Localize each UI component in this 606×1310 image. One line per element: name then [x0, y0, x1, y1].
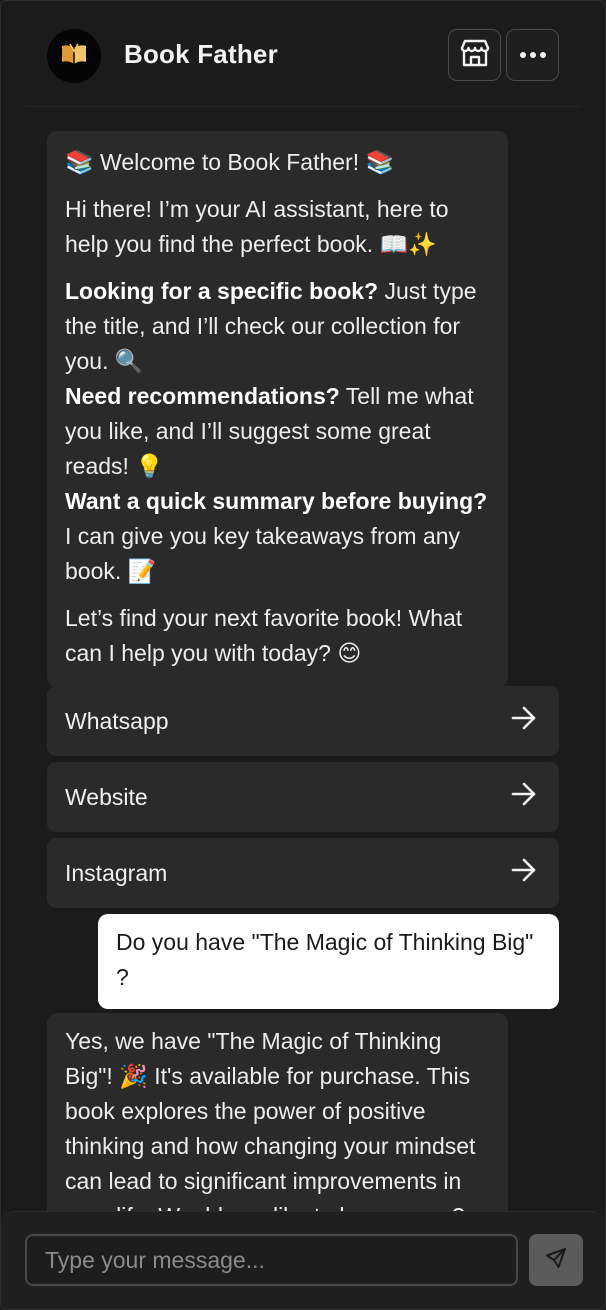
user-message: Do you have "The Magic of Thinking Big" … [98, 914, 559, 1009]
store-button[interactable] [448, 29, 501, 81]
option-label: Whatsapp [65, 707, 169, 734]
bot-reply-message: Yes, we have "The Magic of Thinking Big"… [47, 1013, 508, 1211]
option-instagram[interactable]: Instagram [47, 838, 559, 908]
send-button[interactable] [529, 1234, 583, 1286]
welcome-list: Looking for a specific book? Just type t… [65, 274, 490, 589]
arrow-right-icon [511, 858, 537, 888]
welcome-message: 📚 Welcome to Book Father! 📚 Hi there! I’… [47, 131, 508, 687]
chat-header: Book Father [25, 1, 581, 107]
chat-widget: Book Father 📚 Welcome to Book Father! 📚 … [0, 0, 606, 1310]
option-website[interactable]: Website [47, 762, 559, 832]
ellipsis-icon [519, 46, 547, 64]
option-whatsapp[interactable]: Whatsapp [47, 686, 559, 756]
send-icon [544, 1246, 568, 1275]
welcome-intro: Hi there! I’m your AI assistant, here to… [65, 196, 449, 257]
list-item: Looking for a specific book? Just type t… [65, 278, 477, 374]
welcome-heading: 📚 Welcome to Book Father! 📚 [65, 149, 395, 175]
message-list[interactable]: 📚 Welcome to Book Father! 📚 Hi there! I’… [1, 107, 605, 1211]
list-item: Need recommendations? Tell me what you l… [65, 383, 474, 479]
more-options-button[interactable] [506, 29, 559, 81]
book-logo-icon [59, 42, 89, 71]
message-input[interactable] [25, 1234, 518, 1286]
arrow-right-icon [511, 782, 537, 812]
storefront-icon [459, 38, 491, 73]
bot-avatar [47, 29, 101, 83]
option-label: Instagram [65, 859, 168, 886]
message-composer [1, 1211, 605, 1309]
chat-title: Book Father [124, 39, 278, 69]
welcome-closing: Let’s find your next favorite book! What… [65, 605, 463, 666]
option-label: Website [65, 783, 148, 810]
arrow-right-icon [511, 706, 537, 736]
list-item: Want a quick summary before buying? I ca… [65, 488, 488, 584]
